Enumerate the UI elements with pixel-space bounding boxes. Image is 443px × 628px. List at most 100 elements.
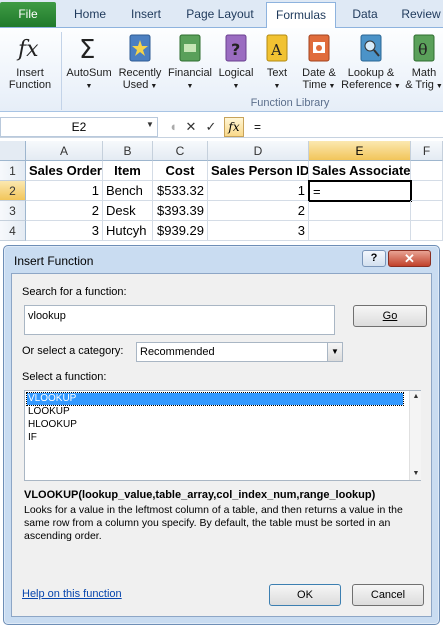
scroll-down-icon[interactable]: ▼ [410,468,422,480]
tab-file[interactable]: File [0,2,56,27]
cell-d2[interactable]: 1 [208,181,309,201]
row-header-1[interactable]: 1 [0,161,26,181]
text-book-icon: A [266,34,288,62]
column-header-d[interactable]: D [208,141,309,161]
enter-check-icon[interactable]: ✓ [202,118,220,136]
chevron-down-icon[interactable]: ▼ [327,343,342,361]
cell-d3[interactable]: 2 [208,201,309,221]
tab-formulas[interactable]: Formulas [266,2,336,29]
cell-a2[interactable]: 1 [26,181,103,201]
lookup-reference-button[interactable]: Lookup & Reference ▼ [340,32,402,93]
insert-function-fx-icon[interactable]: fx [224,117,244,137]
dropdown-arrow-icon: ▼ [232,83,240,90]
cell-e1[interactable]: Sales Associate [309,161,411,181]
text-button[interactable]: A Text ▼ [258,32,296,93]
list-item[interactable]: LOOKUP [27,406,403,418]
insert-function-dialog: Insert Function ? ✕ Search for a functio… [3,245,440,625]
cell-a3[interactable]: 2 [26,201,103,221]
cell-e3[interactable] [309,201,411,221]
row-header-4[interactable]: 4 [0,221,26,241]
cancel-entry-icon[interactable]: ✕ [182,118,200,136]
svg-text:A: A [270,41,282,59]
cell-f4[interactable] [411,221,443,241]
logical-button[interactable]: ? Logical ▼ [214,32,258,93]
cell-f2[interactable] [411,181,443,201]
svg-text:Σ: Σ [79,35,95,64]
search-input[interactable]: vlookup [24,305,335,335]
cell-b4[interactable]: Hutcyh [103,221,153,241]
column-header-b[interactable]: B [103,141,153,161]
name-box-dropdown-icon[interactable]: ▼ [146,120,154,129]
svg-text:fx: fx [16,37,39,62]
list-scrollbar[interactable]: ▲ ▼ [409,391,421,480]
row-header-2[interactable]: 2 [0,181,26,201]
list-item[interactable]: HLOOKUP [27,419,403,431]
dropdown-arrow-icon: ▼ [85,83,93,90]
insert-function-label: Insert Function [8,67,52,91]
ribbon-group-label: Function Library [250,97,330,109]
name-box[interactable]: E2 [0,117,158,137]
list-item[interactable]: VLOOKUP [26,392,404,406]
formula-input[interactable]: = [248,117,443,137]
cell-b3[interactable]: Desk [103,201,153,221]
fx-icon: fx [16,37,39,62]
help-icon[interactable]: ? [362,250,386,267]
recently-used-button[interactable]: Recently Used ▼ [115,32,165,93]
column-header-e[interactable]: E [309,141,411,161]
date-time-button[interactable]: Date & Time ▼ [296,32,342,93]
cell-e4[interactable] [309,221,411,241]
ok-button[interactable]: OK [269,584,341,606]
insert-function-button[interactable]: fx Insert Function [2,32,58,91]
tab-home[interactable]: Home [66,4,114,28]
dropdown-arrow-icon: ▼ [186,83,194,90]
select-all-corner[interactable] [0,141,26,161]
financial-button[interactable]: Financial ▼ [166,32,214,93]
dropdown-arrow-icon: ▼ [391,83,401,90]
lookup-reference-label: Lookup & Reference [341,67,395,91]
dropdown-arrow-icon: ▼ [273,83,281,90]
column-header-f[interactable]: F [411,141,443,161]
help-on-function-link[interactable]: Help on this function [22,588,122,600]
autosum-button[interactable]: Σ AutoSum ▼ [64,32,114,93]
cell-d1[interactable]: Sales Person ID [208,161,309,181]
category-select[interactable]: Recommended [136,342,343,362]
column-header-a[interactable]: A [26,141,103,161]
ribbon-tab-bar: File Home Insert Page Layout Formulas Da… [0,0,443,29]
tab-data[interactable]: Data [344,4,386,28]
autosum-label: AutoSum [66,67,112,79]
theta-book-icon: θ [413,34,435,62]
cell-b1[interactable]: Item [103,161,153,181]
cell-a4[interactable]: 3 [26,221,103,241]
cancel-button[interactable]: Cancel [352,584,424,606]
close-icon[interactable]: ✕ [388,250,431,267]
tab-review[interactable]: Review [396,4,443,28]
cell-a1[interactable]: Sales Order [26,161,103,181]
tab-page-layout[interactable]: Page Layout [180,4,260,28]
spreadsheet-grid: A B C D E F 1 2 3 4 Sales Order Item Cos… [0,141,443,251]
cell-f3[interactable] [411,201,443,221]
ribbon-separator [61,32,62,110]
dropdown-arrow-icon: ▼ [326,83,336,90]
cell-e2-active[interactable]: = [308,180,412,202]
list-item[interactable]: IF [27,432,403,444]
text-label: Text [266,67,288,79]
function-list[interactable]: VLOOKUP LOOKUP HLOOKUP IF ▲ ▼ [24,390,421,481]
cell-f1[interactable] [411,161,443,181]
dialog-body: Search for a function: vlookup Go Or sel… [11,273,432,617]
column-header-c[interactable]: C [153,141,208,161]
cell-b2[interactable]: Bench [103,181,153,201]
scroll-up-icon[interactable]: ▲ [410,391,422,403]
math-trig-button[interactable]: θ Math & Trig ▼ [404,32,443,93]
tab-insert[interactable]: Insert [122,4,170,28]
cell-c2[interactable]: $533.32 [153,181,208,201]
cell-c4[interactable]: $939.29 [153,221,208,241]
svg-text:?: ? [231,40,240,59]
function-description: Looks for a value in the leftmost column… [24,504,403,542]
cell-d4[interactable]: 3 [208,221,309,241]
cell-c3[interactable]: $393.39 [153,201,208,221]
go-button[interactable]: Go [353,305,427,327]
row-header-3[interactable]: 3 [0,201,26,221]
cell-c1[interactable]: Cost [153,161,208,181]
function-list-label: Select a function: [22,371,107,383]
money-book-icon [179,34,201,62]
